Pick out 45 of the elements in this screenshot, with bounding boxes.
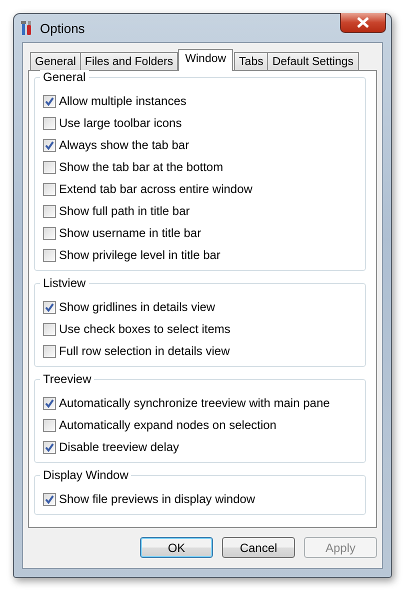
tab[interactable]: Window bbox=[178, 49, 234, 71]
checkbox[interactable] bbox=[43, 160, 56, 174]
checkbox[interactable] bbox=[43, 300, 56, 314]
close-button[interactable] bbox=[340, 13, 386, 33]
checkbox-label: Show file previews in display window bbox=[59, 492, 256, 506]
checkbox-label: Show username in title bar bbox=[59, 226, 202, 240]
checkbox-label: Automatically synchronize treeview with main pane bbox=[59, 396, 330, 410]
checkbox-label: Use large toolbar icons bbox=[59, 116, 182, 130]
checkbox-label: Show gridlines in details view bbox=[59, 300, 216, 314]
checkbox-label: Use check boxes to select items bbox=[59, 322, 230, 336]
checkbox[interactable] bbox=[43, 204, 56, 218]
checkbox-label: Full row selection in details view bbox=[59, 344, 230, 358]
checkbox[interactable] bbox=[43, 116, 56, 130]
checkbox[interactable] bbox=[43, 248, 56, 262]
close-icon bbox=[356, 17, 370, 28]
checkbox-label: Allow multiple instances bbox=[59, 94, 186, 108]
tab[interactable]: General bbox=[30, 52, 81, 71]
checkbox-label: Extend tab bar across entire window bbox=[59, 182, 252, 196]
checkbox[interactable] bbox=[43, 418, 56, 432]
checkbox[interactable] bbox=[43, 492, 56, 506]
window-title: Options bbox=[40, 20, 85, 36]
group-title: General bbox=[40, 70, 89, 84]
checkbox-label: Show privilege level in title bar bbox=[59, 248, 220, 262]
checkbox[interactable] bbox=[43, 226, 56, 240]
dialog-button[interactable]: OK bbox=[140, 537, 213, 558]
group-title: Listview bbox=[40, 276, 89, 290]
checkbox[interactable] bbox=[43, 138, 56, 152]
checkbox[interactable] bbox=[43, 440, 56, 454]
group-title: Display Window bbox=[40, 468, 132, 482]
checkbox-label: Automatically expand nodes on selection bbox=[59, 418, 276, 432]
dialog-button[interactable]: Cancel bbox=[222, 537, 295, 558]
checkbox-label: Show the tab bar at the bottom bbox=[59, 160, 224, 174]
tab[interactable]: Default Settings bbox=[267, 52, 359, 71]
checkbox[interactable] bbox=[43, 182, 56, 196]
tab[interactable]: Files and Folders bbox=[80, 52, 178, 71]
checkbox[interactable] bbox=[43, 396, 56, 410]
tools-icon bbox=[20, 20, 34, 36]
checkbox-label: Disable treeview delay bbox=[59, 440, 180, 454]
tab[interactable]: Tabs bbox=[234, 52, 268, 71]
checkbox[interactable] bbox=[43, 322, 56, 336]
checkbox-label: Always show the tab bar bbox=[59, 138, 190, 152]
checkbox[interactable] bbox=[43, 94, 56, 108]
checkbox[interactable] bbox=[43, 344, 56, 358]
group-title: Treeview bbox=[40, 372, 94, 386]
checkbox-label: Show full path in title bar bbox=[59, 204, 190, 218]
